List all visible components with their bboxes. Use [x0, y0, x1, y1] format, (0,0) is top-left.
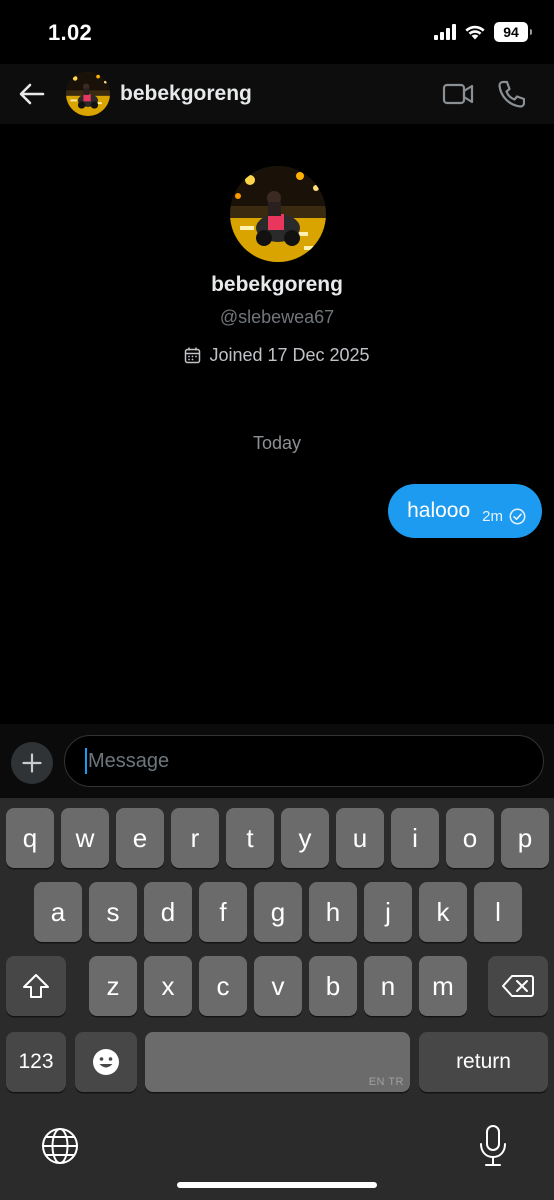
joined-date-text: Joined 17 Dec 2025 — [209, 345, 370, 365]
shift-key[interactable] — [6, 956, 66, 1016]
globe-icon — [42, 1128, 78, 1164]
key-i[interactable]: i — [391, 808, 439, 868]
key-p[interactable]: p — [501, 808, 549, 868]
header-avatar[interactable] — [66, 72, 110, 116]
key-d[interactable]: d — [144, 882, 192, 942]
backspace-icon — [502, 975, 534, 997]
dictation-button[interactable] — [478, 1124, 508, 1168]
key-m[interactable]: m — [419, 956, 467, 1016]
back-button[interactable] — [16, 78, 48, 110]
sent-check-icon — [509, 508, 526, 524]
key-j[interactable]: j — [364, 882, 412, 942]
add-attachment-button[interactable] — [11, 742, 53, 784]
emoji-key[interactable] — [75, 1032, 137, 1092]
day-divider: Today — [252, 433, 302, 453]
space-key[interactable]: EN TR — [145, 1032, 410, 1092]
back-arrow-icon — [19, 83, 45, 105]
key-q[interactable]: q — [6, 808, 54, 868]
message-bubble-outgoing[interactable]: halooo 2m — [388, 484, 542, 538]
phone-icon — [498, 80, 526, 108]
message-meta: 2m — [482, 508, 526, 525]
key-f[interactable]: f — [199, 882, 247, 942]
voice-call-button[interactable] — [497, 79, 526, 109]
message-input[interactable]: Message — [64, 735, 544, 787]
return-key[interactable]: return — [419, 1032, 548, 1092]
plus-icon — [22, 753, 42, 773]
cellular-signal-icon — [434, 24, 456, 40]
avatar-image — [230, 166, 326, 262]
video-call-button[interactable] — [442, 80, 474, 108]
calendar-icon — [185, 347, 201, 364]
key-u[interactable]: u — [336, 808, 384, 868]
message-time: 2m — [482, 507, 503, 525]
key-e[interactable]: e — [116, 808, 164, 868]
key-w[interactable]: w — [61, 808, 109, 868]
key-y[interactable]: y — [281, 808, 329, 868]
header-username[interactable]: bebekgoreng — [120, 82, 252, 106]
home-indicator[interactable] — [177, 1182, 377, 1188]
key-h[interactable]: h — [309, 882, 357, 942]
avatar-image — [66, 72, 110, 116]
profile-joined-date: Joined 17 Dec 2025 — [0, 345, 554, 366]
key-b[interactable]: b — [309, 956, 357, 1016]
profile-handle: @slebewea67 — [219, 307, 335, 327]
key-v[interactable]: v — [254, 956, 302, 1016]
on-screen-keyboard: q w e r t y u i o p a s d f g h j k l z … — [0, 798, 554, 1200]
status-bar: 1.02 94 — [0, 0, 554, 64]
key-s[interactable]: s — [89, 882, 137, 942]
key-g[interactable]: g — [254, 882, 302, 942]
numbers-key[interactable]: 123 — [6, 1032, 66, 1092]
message-text: halooo — [407, 499, 471, 522]
key-r[interactable]: r — [171, 808, 219, 868]
key-c[interactable]: c — [199, 956, 247, 1016]
key-n[interactable]: n — [364, 956, 412, 1016]
key-l[interactable]: l — [474, 882, 522, 942]
microphone-icon — [480, 1125, 506, 1166]
message-placeholder: Message — [88, 749, 170, 772]
wifi-icon — [465, 25, 485, 40]
chat-header: bebekgoreng — [0, 64, 554, 124]
key-o[interactable]: o — [446, 808, 494, 868]
key-k[interactable]: k — [419, 882, 467, 942]
emoji-icon — [93, 1049, 119, 1075]
key-z[interactable]: z — [89, 956, 137, 1016]
keyboard-switch-button[interactable] — [40, 1126, 80, 1166]
battery-indicator: 94 — [494, 22, 532, 42]
backspace-key[interactable] — [488, 956, 548, 1016]
shift-arrow-icon — [23, 974, 49, 998]
profile-avatar[interactable] — [230, 166, 326, 262]
video-camera-icon — [442, 83, 474, 105]
key-x[interactable]: x — [144, 956, 192, 1016]
message-composer: Message — [0, 724, 554, 798]
key-t[interactable]: t — [226, 808, 274, 868]
status-icons: 94 — [434, 22, 532, 42]
status-time: 1.02 — [48, 20, 93, 45]
profile-name[interactable]: bebekgoreng — [0, 273, 554, 297]
text-caret — [85, 748, 87, 774]
keyboard-language-hint: EN TR — [368, 1076, 404, 1088]
key-a[interactable]: a — [34, 882, 82, 942]
